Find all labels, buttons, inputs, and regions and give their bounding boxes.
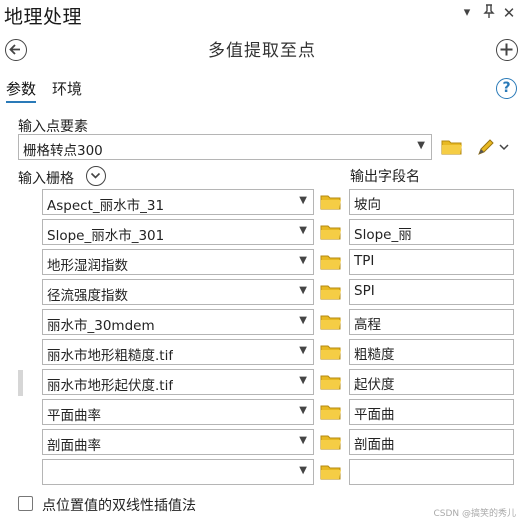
- output-field-input[interactable]: 起伏度: [349, 369, 514, 395]
- folder-icon[interactable]: [320, 313, 342, 331]
- pin-icon[interactable]: [480, 4, 498, 22]
- pane-title: 地理处理: [4, 6, 83, 28]
- input-points-value: 栅格转点300: [23, 143, 103, 159]
- raster-select[interactable]: 地形湿润指数 ▼: [42, 249, 314, 275]
- raster-select-value: Aspect_丽水市_31: [47, 198, 165, 214]
- input-rasters-label: 输入栅格: [18, 171, 74, 187]
- input-points-label: 输入点要素: [18, 119, 88, 135]
- chevron-down-icon: ▼: [299, 465, 307, 476]
- raster-select[interactable]: Aspect_丽水市_31 ▼: [42, 189, 314, 215]
- output-field-input[interactable]: SPI: [349, 279, 514, 305]
- raster-select-value: 径流强度指数: [47, 288, 128, 304]
- output-field-input[interactable]: 坡向: [349, 189, 514, 215]
- raster-select[interactable]: Slope_丽水市_301 ▼: [42, 219, 314, 245]
- folder-icon[interactable]: [320, 223, 342, 241]
- output-field-input[interactable]: Slope_丽: [349, 219, 514, 245]
- folder-icon[interactable]: [320, 283, 342, 301]
- output-field-input[interactable]: 平面曲: [349, 399, 514, 425]
- folder-icon[interactable]: [320, 193, 342, 211]
- pane-options-icon[interactable]: ▾: [458, 4, 476, 22]
- tool-title: 多值提取至点: [208, 41, 316, 61]
- chevron-down-icon: ▼: [299, 375, 307, 386]
- raster-select[interactable]: ▼: [42, 459, 314, 485]
- output-field-value: Slope_丽: [354, 227, 412, 243]
- chevron-down-icon: ▼: [417, 140, 425, 151]
- folder-icon[interactable]: [441, 138, 463, 156]
- raster-select-value: 丽水市_30mdem: [47, 318, 155, 334]
- add-icon[interactable]: [496, 39, 518, 61]
- edit-pencil-icon[interactable]: [476, 137, 510, 157]
- row-drag-handle[interactable]: [18, 370, 23, 396]
- raster-select[interactable]: 剖面曲率 ▼: [42, 429, 314, 455]
- collapse-chevron-icon[interactable]: [86, 166, 106, 186]
- output-field-value: SPI: [354, 283, 375, 299]
- output-field-value: 坡向: [354, 197, 381, 213]
- chevron-down-icon: ▼: [299, 195, 307, 206]
- output-field-value: 粗糙度: [354, 347, 395, 363]
- bilinear-label: 点位置值的双线性插值法: [42, 498, 196, 514]
- tab-environments[interactable]: 环境: [52, 78, 82, 99]
- output-field-value: 高程: [354, 317, 381, 333]
- chevron-down-icon: ▼: [299, 435, 307, 446]
- chevron-down-icon: ▼: [299, 345, 307, 356]
- raster-select[interactable]: 丽水市_30mdem ▼: [42, 309, 314, 335]
- folder-icon[interactable]: [320, 463, 342, 481]
- raster-select[interactable]: 丽水市地形起伏度.tif ▼: [42, 369, 314, 395]
- raster-select[interactable]: 丽水市地形粗糙度.tif ▼: [42, 339, 314, 365]
- raster-select-value: 地形湿润指数: [47, 258, 128, 274]
- folder-icon[interactable]: [320, 403, 342, 421]
- folder-icon[interactable]: [320, 253, 342, 271]
- folder-icon[interactable]: [320, 373, 342, 391]
- output-field-value: 平面曲: [354, 407, 395, 423]
- raster-select[interactable]: 径流强度指数 ▼: [42, 279, 314, 305]
- bilinear-checkbox[interactable]: [18, 496, 33, 511]
- chevron-down-icon: ▼: [299, 255, 307, 266]
- folder-icon[interactable]: [320, 433, 342, 451]
- input-points-select[interactable]: 栅格转点300 ▼: [18, 134, 432, 160]
- raster-select-value: 丽水市地形粗糙度.tif: [47, 348, 174, 364]
- output-field-value: TPI: [354, 253, 375, 269]
- tab-parameters[interactable]: 参数: [6, 78, 37, 103]
- watermark: CSDN @搞笑的秀儿: [433, 509, 516, 519]
- output-field-input[interactable]: TPI: [349, 249, 514, 275]
- help-icon[interactable]: ?: [496, 78, 517, 99]
- chevron-down-icon: ▼: [299, 225, 307, 236]
- chevron-down-icon: ▼: [299, 315, 307, 326]
- output-field-value: 起伏度: [354, 377, 395, 393]
- output-field-value: 剖面曲: [354, 437, 395, 453]
- raster-select-value: 平面曲率: [47, 408, 101, 424]
- output-field-input[interactable]: 高程: [349, 309, 514, 335]
- output-field-input[interactable]: 粗糙度: [349, 339, 514, 365]
- chevron-down-icon: ▼: [299, 285, 307, 296]
- raster-select-value: 丽水市地形起伏度.tif: [47, 378, 174, 394]
- output-field-input[interactable]: 剖面曲: [349, 429, 514, 455]
- output-field-label: 输出字段名: [350, 169, 420, 185]
- folder-icon[interactable]: [320, 343, 342, 361]
- close-icon[interactable]: ✕: [500, 4, 518, 22]
- raster-select-value: Slope_丽水市_301: [47, 228, 165, 244]
- chevron-down-icon: ▼: [299, 405, 307, 416]
- raster-select[interactable]: 平面曲率 ▼: [42, 399, 314, 425]
- output-field-input[interactable]: [349, 459, 514, 485]
- raster-select-value: 剖面曲率: [47, 438, 101, 454]
